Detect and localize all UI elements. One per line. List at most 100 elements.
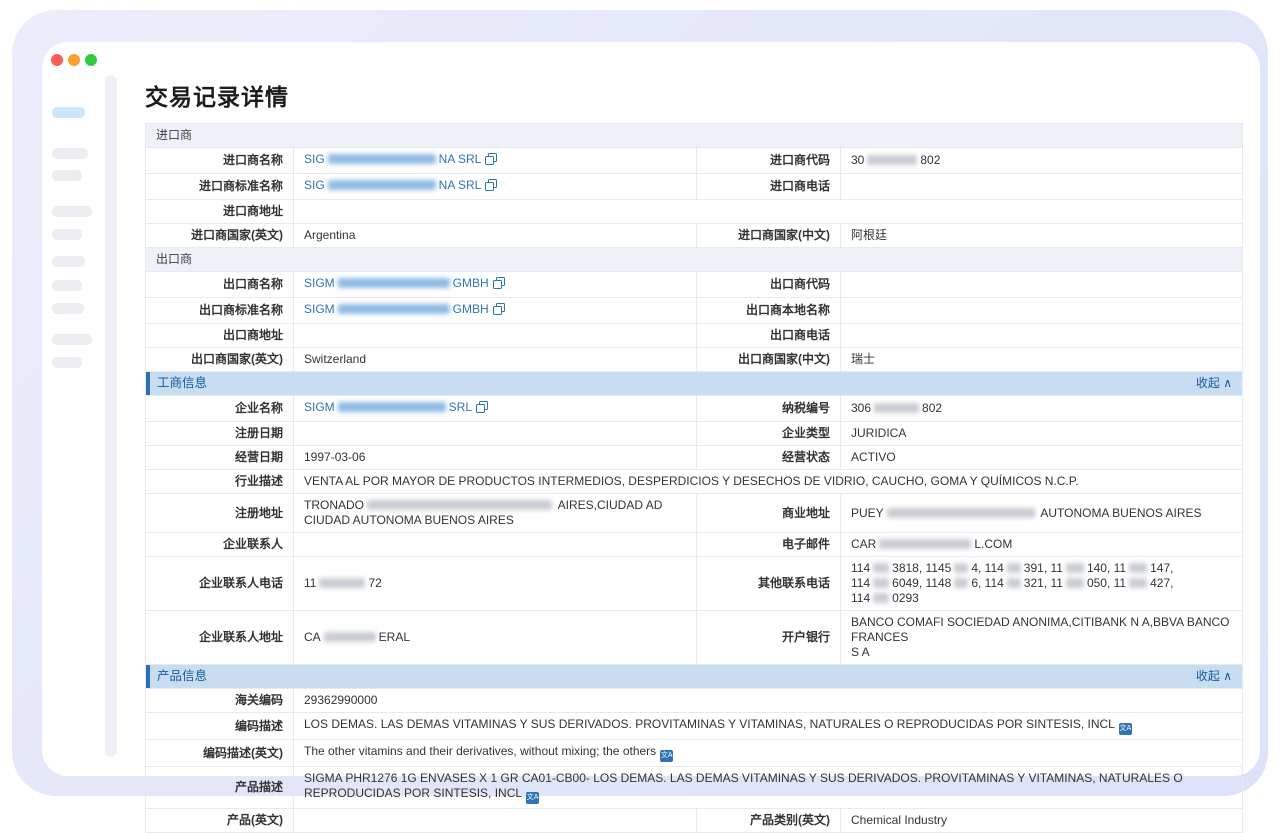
value-text[interactable]: SIGM <box>304 302 335 316</box>
value-text: S A <box>851 645 870 659</box>
value-text: 72 <box>368 576 381 590</box>
value-text: 802 <box>920 153 940 167</box>
copy-icon[interactable] <box>493 303 505 319</box>
table-row: 经营日期1997-03-06经营状态ACTIVO <box>146 446 1243 470</box>
sidebar-item[interactable] <box>52 206 92 217</box>
redacted-text <box>873 578 889 588</box>
field-value <box>294 533 697 557</box>
translate-icon[interactable]: 文A <box>526 792 539 804</box>
redacted-text <box>867 155 917 165</box>
sidebar-item[interactable] <box>52 170 82 181</box>
field-label: 经营日期 <box>146 446 294 470</box>
sidebar-item-active[interactable] <box>52 107 85 118</box>
field-label: 出口商地址 <box>146 324 294 348</box>
value-text[interactable]: SIGM <box>304 400 335 414</box>
value-text[interactable]: SIGM <box>304 276 335 290</box>
field-label: 出口商名称 <box>146 272 294 298</box>
value-text: JURIDICA <box>851 426 906 440</box>
value-text: 6, 114 <box>971 576 1003 590</box>
field-value: Switzerland <box>294 348 697 372</box>
value-text: 050, 11 <box>1087 576 1126 590</box>
table-row: 出口商国家(英文)Switzerland出口商国家(中文)瑞士 <box>146 348 1243 372</box>
section-header-row: 工商信息收起 ∧ <box>146 372 1243 396</box>
collapse-button[interactable]: 收起 ∧ <box>1196 669 1232 684</box>
translate-icon[interactable]: 文A <box>1119 723 1132 735</box>
field-label: 进口商国家(中文) <box>697 224 841 248</box>
section-header-row: 产品信息 收起 ∧ <box>146 665 1243 689</box>
value-text: 6049, 1148 <box>892 576 951 590</box>
section-header: 出口商 <box>146 248 1242 271</box>
value-text[interactable]: GMBH <box>453 302 489 316</box>
sidebar-item[interactable] <box>52 280 82 291</box>
section-title: 产品信息 <box>157 669 207 684</box>
value-text[interactable]: SIG <box>304 178 325 192</box>
redacted-text <box>1007 578 1021 588</box>
section-title: 进口商 <box>156 128 192 142</box>
redacted-text <box>1066 578 1084 588</box>
company-link[interactable]: SIGM GMBH <box>304 276 505 290</box>
table-row: 编码描述LOS DEMAS. LAS DEMAS VITAMINAS Y SUS… <box>146 713 1243 740</box>
sidebar-item[interactable] <box>52 334 92 345</box>
copy-icon[interactable] <box>493 277 505 293</box>
value-text: SIGMA PHR1276 1G ENVASES X 1 GR CA01-CB0… <box>304 771 1183 800</box>
table-row: 行业描述VENTA AL POR MAYOR DE PRODUCTOS INTE… <box>146 470 1243 494</box>
field-label: 电子邮件 <box>697 533 841 557</box>
field-label: 企业名称 <box>146 396 294 422</box>
table-row: 出口商名称SIGMGMBH出口商代码 <box>146 272 1243 298</box>
collapse-button[interactable]: 收起 ∧ <box>1196 376 1232 391</box>
company-link[interactable]: SIGM GMBH <box>304 302 505 316</box>
value-text: ERAL <box>379 630 410 644</box>
field-value: PUEY AUTONOMA BUENOS AIRES <box>841 494 1243 533</box>
field-label: 出口商国家(英文) <box>146 348 294 372</box>
value-text[interactable]: SIG <box>304 152 325 166</box>
value-text[interactable]: NA SRL <box>439 178 482 192</box>
field-label: 进口商名称 <box>146 148 294 174</box>
company-link[interactable]: SIGM SRL <box>304 400 488 414</box>
redacted-text <box>1007 563 1021 573</box>
minimize-window-icon[interactable] <box>68 54 80 66</box>
sidebar-item[interactable] <box>52 256 85 267</box>
field-label: 开户银行 <box>697 611 841 665</box>
sidebar-item[interactable] <box>52 148 88 159</box>
value-text: ACTIVO <box>851 450 896 464</box>
field-value: SIGM GMBH <box>294 272 697 298</box>
value-text: 802 <box>922 401 942 415</box>
value-text[interactable]: GMBH <box>453 276 489 290</box>
field-value: LOS DEMAS. LAS DEMAS VITAMINAS Y SUS DER… <box>294 713 1243 740</box>
field-value: SIG NA SRL <box>294 174 697 200</box>
value-text: 30 <box>851 153 864 167</box>
company-link[interactable]: SIG NA SRL <box>304 152 497 166</box>
value-text[interactable]: SRL <box>449 400 472 414</box>
value-text: 114 <box>851 561 870 575</box>
sidebar-item[interactable] <box>52 229 82 240</box>
sidebar-item[interactable] <box>52 357 82 368</box>
value-text: 11 <box>304 576 316 590</box>
field-value <box>294 809 697 833</box>
field-value: 阿根廷 <box>841 224 1243 248</box>
copy-icon[interactable] <box>485 179 497 195</box>
close-window-icon[interactable] <box>51 54 63 66</box>
field-value <box>841 174 1243 200</box>
table-row: 产品(英文)产品类别(英文)Chemical Industry <box>146 809 1243 833</box>
maximize-window-icon[interactable] <box>85 54 97 66</box>
sidebar-item[interactable] <box>52 303 84 314</box>
redacted-text <box>367 500 552 510</box>
table-row: 产品描述SIGMA PHR1276 1G ENVASES X 1 GR CA01… <box>146 767 1243 809</box>
detail-table: 进口商进口商名称SIGNA SRL进口商代码30802进口商标准名称SIGNA … <box>145 123 1243 833</box>
value-text: 3818, 1145 <box>892 561 951 575</box>
copy-icon[interactable] <box>485 153 497 169</box>
redacted-text <box>887 508 1035 518</box>
copy-icon[interactable] <box>476 401 488 417</box>
field-label: 进口商代码 <box>697 148 841 174</box>
field-value: SIGMA PHR1276 1G ENVASES X 1 GR CA01-CB0… <box>294 767 1243 809</box>
value-text: 321, 11 <box>1024 576 1063 590</box>
value-text[interactable]: NA SRL <box>439 152 482 166</box>
company-link[interactable]: SIG NA SRL <box>304 178 497 192</box>
redacted-text <box>328 154 436 164</box>
field-value: SIGM GMBH <box>294 298 697 324</box>
redacted-text <box>954 578 968 588</box>
value-text: PUEY <box>851 506 884 520</box>
table-row: 企业联系人电话1172其他联系电话1143818, 11454, 114391,… <box>146 557 1243 611</box>
field-label: 注册地址 <box>146 494 294 533</box>
translate-icon[interactable]: 文A <box>660 750 673 762</box>
